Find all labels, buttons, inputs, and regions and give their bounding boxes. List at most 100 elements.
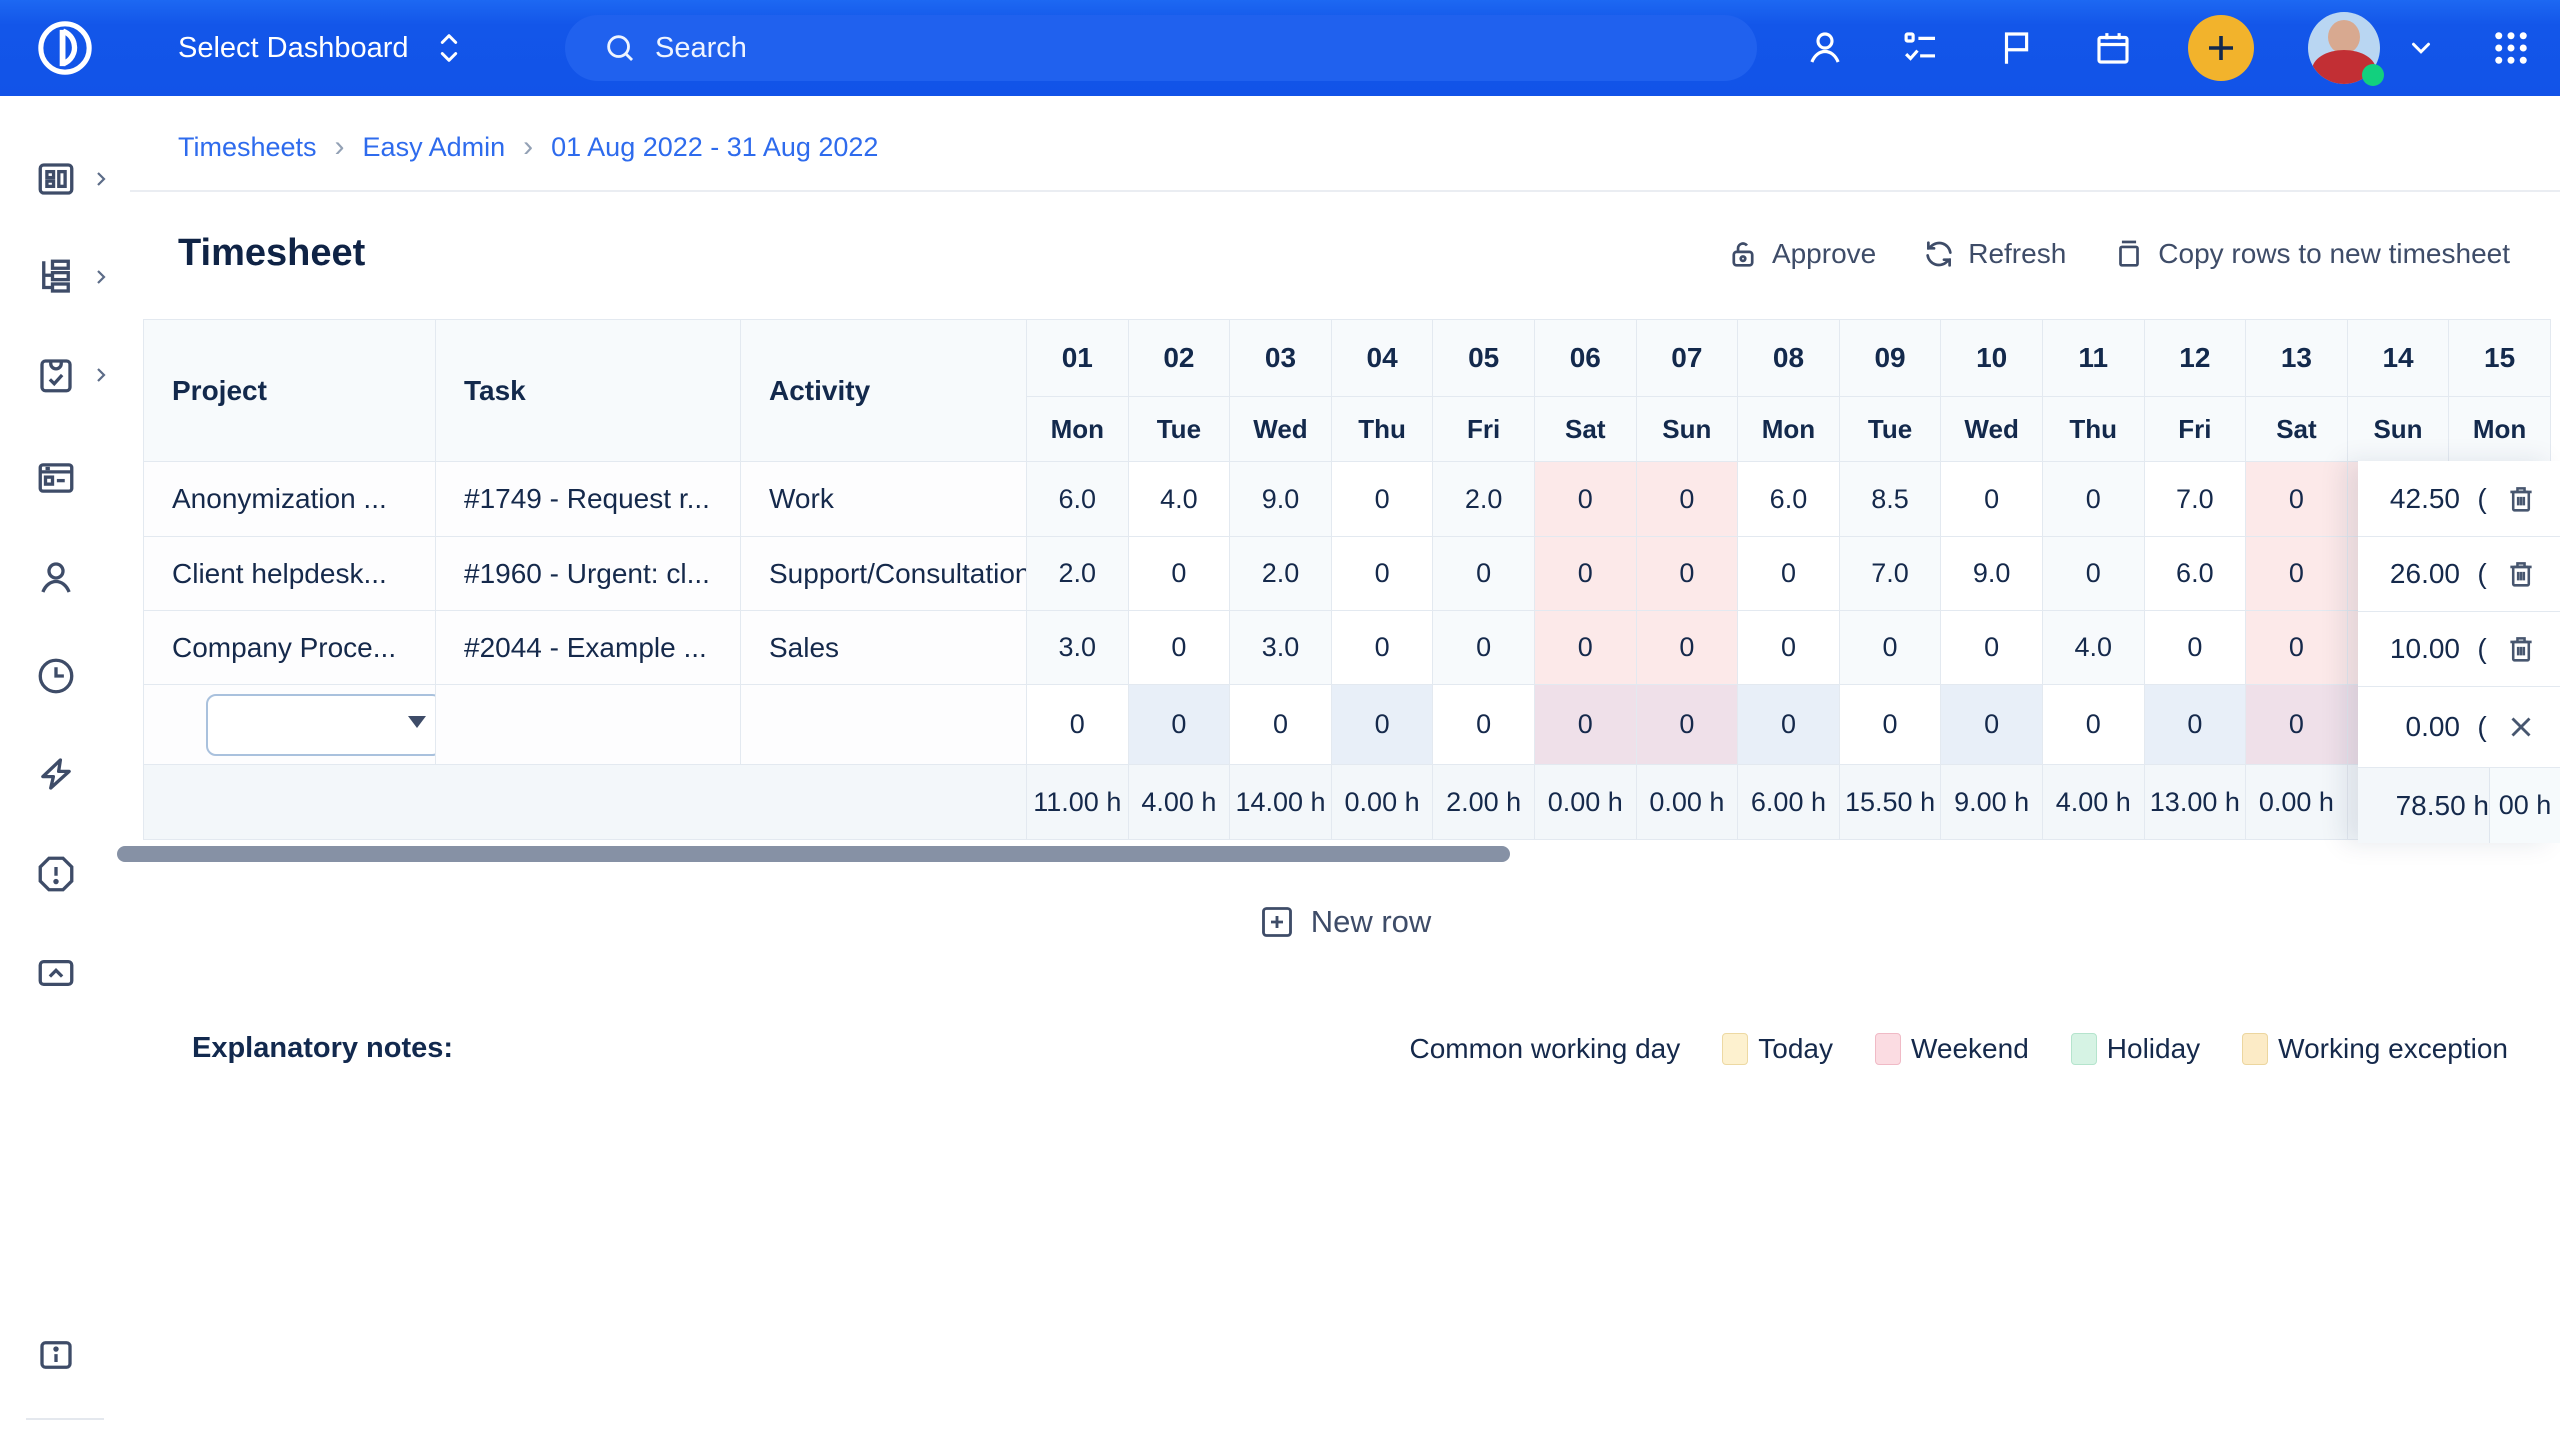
sidebar-item-info[interactable]: [0, 1322, 130, 1388]
hours-cell[interactable]: 0: [1433, 537, 1535, 611]
hours-cell[interactable]: 3.0: [1027, 611, 1129, 685]
hours-cell[interactable]: 0: [1534, 462, 1636, 537]
hours-cell[interactable]: 2.0: [1433, 462, 1535, 537]
hours-cell[interactable]: 7.0: [2144, 462, 2246, 537]
task-cell[interactable]: #2044 - Example ...: [436, 611, 741, 685]
hours-cell[interactable]: 0: [1534, 537, 1636, 611]
hours-cell[interactable]: 8.5: [1839, 462, 1941, 537]
hours-cell[interactable]: 0: [1128, 537, 1230, 611]
activity-cell[interactable]: Sales: [741, 611, 1027, 685]
hours-cell[interactable]: 0: [2246, 611, 2348, 685]
hours-cell[interactable]: 0: [1534, 611, 1636, 685]
hours-cell[interactable]: 0: [1128, 611, 1230, 685]
hours-cell[interactable]: 0: [2144, 611, 2246, 685]
breadcrumb-period[interactable]: 01 Aug 2022 - 31 Aug 2022: [551, 132, 878, 163]
sidebar-item-projects[interactable]: [0, 244, 130, 310]
search-bar[interactable]: Search: [565, 15, 1757, 81]
hours-cell[interactable]: 4.0: [2042, 611, 2144, 685]
delete-row-icon[interactable]: [2504, 557, 2560, 591]
hours-cell[interactable]: 0: [1331, 462, 1433, 537]
sidebar-item-automation[interactable]: [0, 741, 130, 807]
hours-input-cell[interactable]: 0: [1534, 685, 1636, 765]
hours-cell[interactable]: 3.0: [1230, 611, 1332, 685]
hours-cell[interactable]: 0: [2042, 537, 2144, 611]
hours-cell[interactable]: 6.0: [1738, 462, 1840, 537]
horizontal-scrollbar[interactable]: [117, 846, 1510, 862]
day-name-header: Sun: [2347, 397, 2449, 462]
user-avatar[interactable]: [2308, 12, 2380, 84]
project-select-dropdown[interactable]: [206, 694, 436, 756]
timesheet-grid: ProjectTaskActivity010203040506070809101…: [143, 319, 2551, 840]
hours-cell[interactable]: 0: [2246, 537, 2348, 611]
activity-select-cell[interactable]: [741, 685, 1027, 765]
hours-input-cell[interactable]: 0: [1941, 685, 2043, 765]
sidebar-item-archive[interactable]: [0, 940, 130, 1006]
hours-cell[interactable]: 0: [2246, 462, 2348, 537]
profile-icon[interactable]: [1804, 27, 1846, 69]
refresh-icon: [1922, 237, 1956, 271]
sidebar-item-alerts[interactable]: [0, 841, 130, 907]
task-select-cell[interactable]: [436, 685, 741, 765]
project-cell[interactable]: Client helpdesk...: [144, 537, 436, 611]
hours-cell[interactable]: 0: [1941, 611, 2043, 685]
task-cell[interactable]: #1749 - Request r...: [436, 462, 741, 537]
hours-cell[interactable]: 0: [1636, 462, 1738, 537]
activity-cell[interactable]: Work: [741, 462, 1027, 537]
sidebar-item-time[interactable]: [0, 643, 130, 709]
approve-button[interactable]: Approve: [1726, 237, 1876, 271]
hours-cell[interactable]: 2.0: [1230, 537, 1332, 611]
hours-input-cell[interactable]: 0: [2246, 685, 2348, 765]
hours-cell[interactable]: 0: [2042, 462, 2144, 537]
hours-cell[interactable]: 0: [1839, 611, 1941, 685]
hours-input-cell[interactable]: 0: [1738, 685, 1840, 765]
hours-cell[interactable]: 0: [1331, 611, 1433, 685]
hours-cell[interactable]: 0: [1636, 611, 1738, 685]
hours-cell[interactable]: 0: [1331, 537, 1433, 611]
calendar-icon[interactable]: [2092, 27, 2134, 69]
hours-input-cell[interactable]: 0: [1433, 685, 1535, 765]
clear-row-icon[interactable]: [2504, 710, 2560, 744]
hours-input-cell[interactable]: 0: [2042, 685, 2144, 765]
hours-cell[interactable]: 2.0: [1027, 537, 1129, 611]
hours-cell[interactable]: 0: [1738, 611, 1840, 685]
task-cell[interactable]: #1960 - Urgent: cl...: [436, 537, 741, 611]
breadcrumb-timesheets[interactable]: Timesheets: [178, 132, 317, 163]
refresh-button[interactable]: Refresh: [1922, 237, 2066, 271]
hours-input-cell[interactable]: 0: [1636, 685, 1738, 765]
hours-input-cell[interactable]: 0: [1839, 685, 1941, 765]
breadcrumb-user[interactable]: Easy Admin: [363, 132, 506, 163]
app-logo[interactable]: [0, 0, 130, 96]
delete-row-icon[interactable]: [2504, 632, 2560, 666]
hours-cell[interactable]: 0: [1636, 537, 1738, 611]
hours-cell[interactable]: 7.0: [1839, 537, 1941, 611]
avatar-dropdown-icon[interactable]: [2406, 33, 2436, 63]
hours-cell[interactable]: 0: [1433, 611, 1535, 685]
hours-input-cell[interactable]: 0: [1331, 685, 1433, 765]
add-button[interactable]: [2188, 15, 2254, 81]
hours-input-cell[interactable]: 0: [1230, 685, 1332, 765]
new-row-button[interactable]: New row: [1259, 904, 1432, 940]
delete-row-icon[interactable]: [2504, 482, 2560, 516]
hours-cell[interactable]: 9.0: [1230, 462, 1332, 537]
hours-cell[interactable]: 6.0: [1027, 462, 1129, 537]
hours-cell[interactable]: 4.0: [1128, 462, 1230, 537]
hours-cell[interactable]: 9.0: [1941, 537, 2043, 611]
tasklist-icon[interactable]: [1900, 27, 1942, 69]
project-cell[interactable]: Anonymization ...: [144, 462, 436, 537]
copy-rows-button[interactable]: Copy rows to new timesheet: [2112, 237, 2510, 271]
hours-cell[interactable]: 6.0: [2144, 537, 2246, 611]
hours-input-cell[interactable]: 0: [2144, 685, 2246, 765]
hours-input-cell[interactable]: 0: [1027, 685, 1129, 765]
activity-cell[interactable]: Support/Consultation: [741, 537, 1027, 611]
sidebar-item-users[interactable]: [0, 545, 130, 611]
hours-cell[interactable]: 0: [1941, 462, 2043, 537]
hours-input-cell[interactable]: 0: [1128, 685, 1230, 765]
sidebar-item-dashboards[interactable]: [0, 146, 130, 212]
hours-cell[interactable]: 0: [1738, 537, 1840, 611]
dashboard-selector[interactable]: Select Dashboard: [178, 29, 463, 67]
apps-grid-icon[interactable]: [2490, 27, 2532, 69]
flag-icon[interactable]: [1996, 27, 2038, 69]
sidebar-item-tasks[interactable]: [0, 342, 130, 408]
project-cell[interactable]: Company Proce...: [144, 611, 436, 685]
sidebar-item-boards[interactable]: [0, 445, 130, 511]
